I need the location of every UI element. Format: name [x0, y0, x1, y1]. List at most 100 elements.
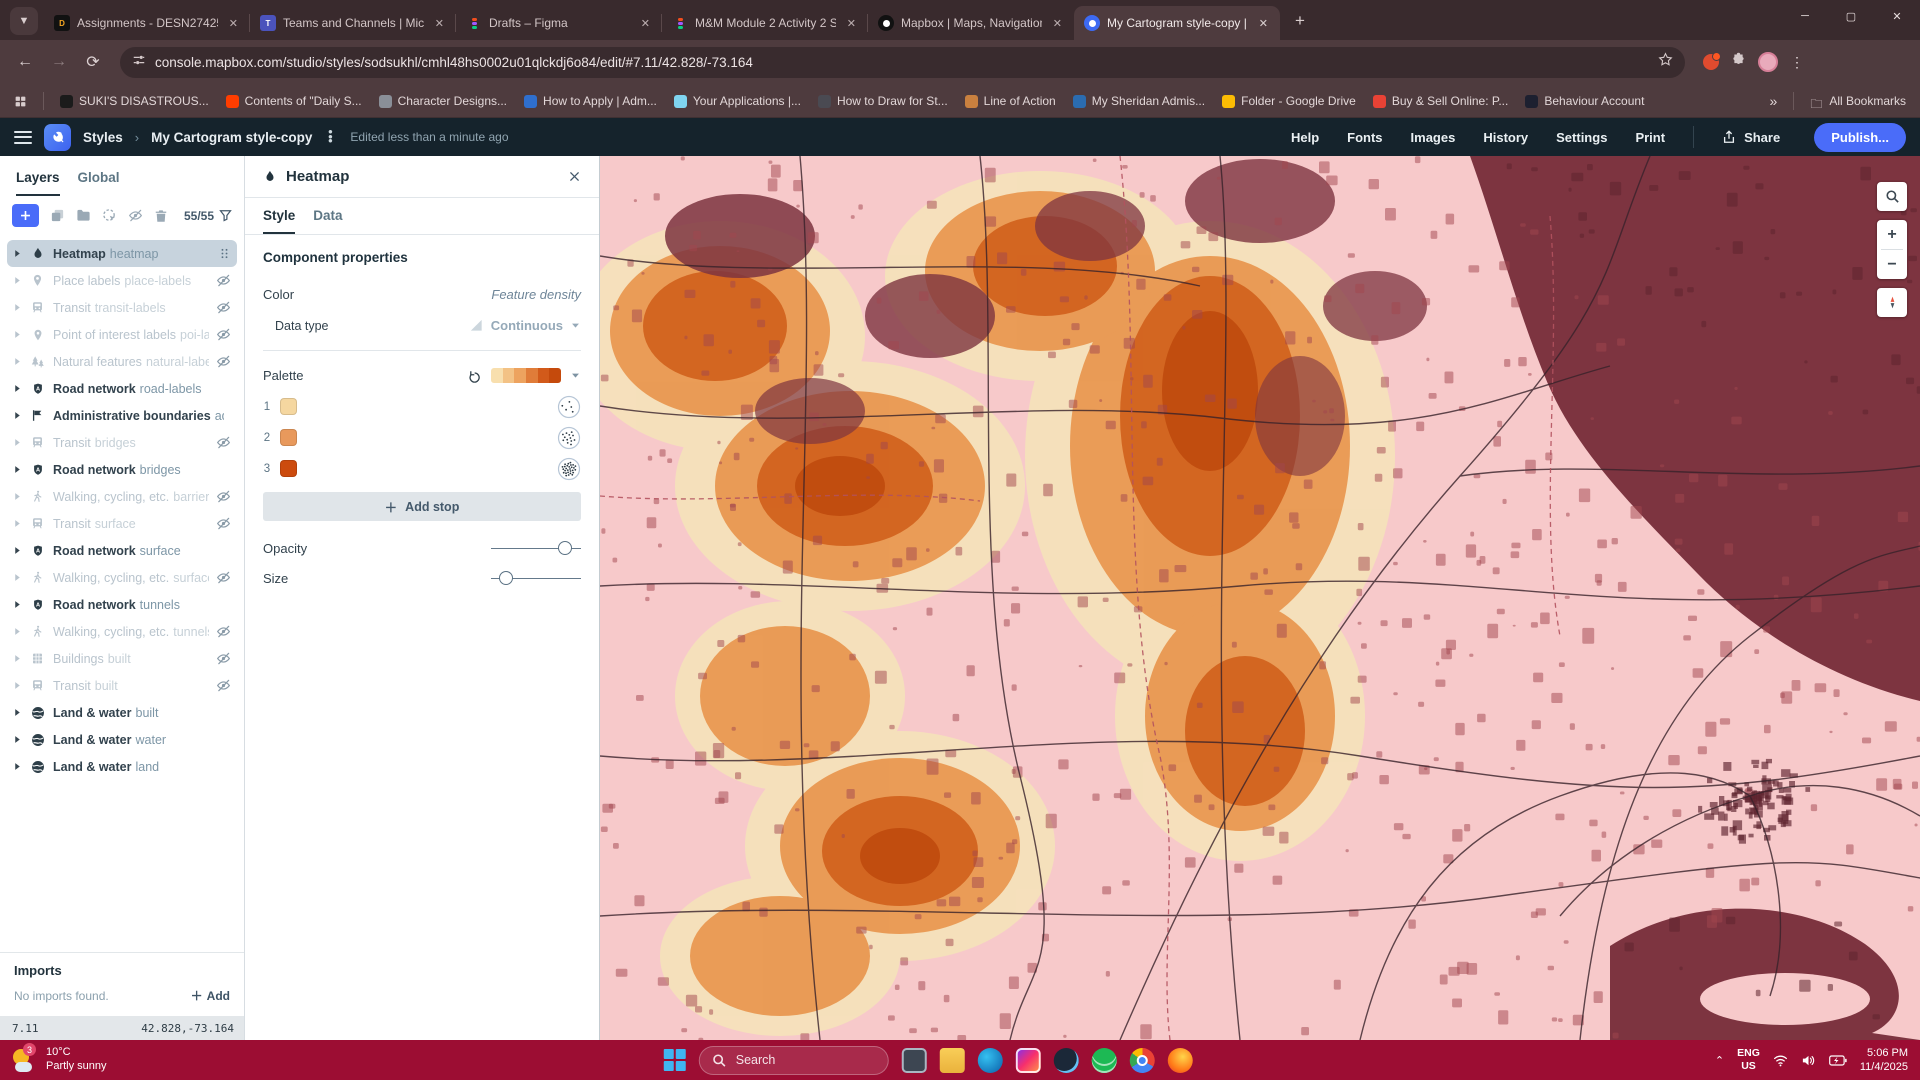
- monitor-app-icon[interactable]: [902, 1048, 927, 1073]
- extension-icon[interactable]: [1703, 54, 1719, 70]
- expand-caret-icon[interactable]: [13, 492, 22, 501]
- add-stop-button[interactable]: ＋ Add stop: [263, 492, 581, 521]
- steam-app-icon[interactable]: [1054, 1048, 1079, 1073]
- map-canvas[interactable]: + −: [600, 156, 1920, 1040]
- language-switcher[interactable]: ENGUS: [1737, 1047, 1760, 1072]
- expand-caret-icon[interactable]: [13, 276, 22, 285]
- expand-caret-icon[interactable]: [13, 465, 22, 474]
- palette-swatch[interactable]: [491, 368, 561, 383]
- chevron-down-icon[interactable]: [570, 370, 581, 381]
- tab-close-icon[interactable]: ✕: [225, 15, 242, 32]
- menu-help[interactable]: Help: [1291, 130, 1319, 145]
- style-options-icon[interactable]: •••: [324, 130, 336, 144]
- tab-style[interactable]: Style: [263, 208, 295, 234]
- back-button[interactable]: ←: [10, 47, 40, 77]
- tab-data[interactable]: Data: [313, 208, 342, 234]
- opacity-slider-handle[interactable]: [558, 541, 572, 555]
- drag-handle-icon[interactable]: [218, 247, 231, 260]
- bookmark-star-icon[interactable]: [1658, 52, 1673, 72]
- layer-row-built[interactable]: Buildingsbuilt: [7, 645, 237, 672]
- expand-caret-icon[interactable]: [13, 681, 22, 690]
- layer-row-heatmap[interactable]: Heatmapheatmap: [7, 240, 237, 267]
- eye-slash-icon[interactable]: [216, 300, 231, 315]
- tab-close-icon[interactable]: ✕: [637, 15, 654, 32]
- instagram-app-icon[interactable]: [1016, 1048, 1041, 1073]
- eye-slash-icon[interactable]: [216, 327, 231, 342]
- expand-caret-icon[interactable]: [13, 249, 22, 258]
- close-panel-icon[interactable]: [568, 170, 581, 183]
- expand-caret-icon[interactable]: [13, 303, 22, 312]
- layer-row-built[interactable]: Land & waterbuilt: [7, 699, 237, 726]
- size-slider[interactable]: [491, 571, 581, 585]
- eye-slash-icon[interactable]: [216, 624, 231, 639]
- bookmark-item[interactable]: Buy & Sell Online: P...: [1373, 94, 1509, 108]
- start-button[interactable]: [664, 1049, 686, 1071]
- layer-row-natural-labels[interactable]: Natural featuresnatural-labels: [7, 348, 237, 375]
- mapbox-logo[interactable]: [44, 124, 71, 151]
- eye-slash-icon[interactable]: [216, 651, 231, 666]
- browser-tab[interactable]: Drafts – Figma✕: [456, 6, 662, 40]
- layer-row-tunnels[interactable]: ARoad networktunnels: [7, 591, 237, 618]
- menu-images[interactable]: Images: [1411, 130, 1456, 145]
- size-slider-handle[interactable]: [499, 571, 513, 585]
- share-button[interactable]: Share: [1722, 130, 1780, 145]
- publish-button[interactable]: Publish...: [1814, 123, 1906, 152]
- expand-caret-icon[interactable]: [13, 384, 22, 393]
- layer-row-bridges[interactable]: Transitbridges: [7, 429, 237, 456]
- layer-row-surface[interactable]: Walking, cycling, etc.surface: [7, 564, 237, 591]
- layer-row-water[interactable]: Land & waterwater: [7, 726, 237, 753]
- tab-search-button[interactable]: ▼: [10, 7, 38, 35]
- taskbar-search[interactable]: Search: [699, 1046, 889, 1075]
- expand-caret-icon[interactable]: [13, 519, 22, 528]
- expand-caret-icon[interactable]: [13, 330, 22, 339]
- layer-row-admin[interactable]: Administrative boundariesadmin: [7, 402, 237, 429]
- tab-layers[interactable]: Layers: [16, 170, 60, 196]
- apps-grid-icon[interactable]: [14, 95, 27, 108]
- tab-close-icon[interactable]: ✕: [431, 15, 448, 32]
- battery-icon[interactable]: [1829, 1055, 1847, 1066]
- expand-caret-icon[interactable]: [13, 735, 22, 744]
- expand-caret-icon[interactable]: [13, 762, 22, 771]
- taskbar-clock[interactable]: 5:06 PM11/4/2025: [1860, 1046, 1908, 1075]
- layer-row-place-labels[interactable]: Place labelsplace-labels: [7, 267, 237, 294]
- maximize-button[interactable]: ▢: [1828, 0, 1874, 32]
- edge-app-icon[interactable]: [978, 1048, 1003, 1073]
- firefox-app-icon[interactable]: [1168, 1048, 1193, 1073]
- eye-slash-icon[interactable]: [216, 570, 231, 585]
- folder-app-icon[interactable]: [940, 1048, 965, 1073]
- layer-row-poi-labels[interactable]: Point of interest labelspoi-labels: [7, 321, 237, 348]
- reset-palette-icon[interactable]: [468, 369, 482, 383]
- all-bookmarks-button[interactable]: 🗀 All Bookmarks: [1810, 94, 1906, 108]
- volume-icon[interactable]: [1801, 1053, 1816, 1068]
- delete-layer-icon[interactable]: [154, 209, 168, 223]
- select-features-icon[interactable]: [102, 208, 117, 223]
- eye-slash-icon[interactable]: [216, 273, 231, 288]
- bookmark-item[interactable]: SUKI'S DISASTROUS...: [60, 94, 209, 108]
- stop-color-chip[interactable]: [280, 460, 297, 477]
- layer-row-transit-labels[interactable]: Transittransit-labels: [7, 294, 237, 321]
- tab-global[interactable]: Global: [78, 170, 120, 196]
- menu-settings[interactable]: Settings: [1556, 130, 1607, 145]
- map-search-button[interactable]: [1877, 182, 1907, 211]
- expand-caret-icon[interactable]: [13, 438, 22, 447]
- tab-close-icon[interactable]: ✕: [843, 15, 860, 32]
- address-bar[interactable]: console.mapbox.com/studio/styles/sodsukh…: [120, 47, 1685, 78]
- weather-widget[interactable]: 3 10°C Partly sunny: [12, 1046, 107, 1074]
- layer-counter[interactable]: 55/55: [184, 209, 232, 223]
- browser-tab[interactable]: My Cartogram style-copy | Map✕: [1074, 6, 1280, 40]
- layer-row-surface[interactable]: ARoad networksurface: [7, 537, 237, 564]
- expand-caret-icon[interactable]: [13, 411, 22, 420]
- spotify-app-icon[interactable]: [1092, 1048, 1117, 1073]
- group-layers-icon[interactable]: [76, 208, 91, 223]
- forward-button[interactable]: →: [44, 47, 74, 77]
- tab-close-icon[interactable]: ✕: [1049, 15, 1066, 32]
- zoom-in-button[interactable]: +: [1877, 220, 1907, 249]
- expand-caret-icon[interactable]: [13, 708, 22, 717]
- bookmark-item[interactable]: How to Draw for St...: [818, 94, 948, 108]
- expand-caret-icon[interactable]: [13, 546, 22, 555]
- profile-avatar[interactable]: [1758, 52, 1778, 72]
- bookmark-item[interactable]: My Sheridan Admis...: [1073, 94, 1205, 108]
- menu-fonts[interactable]: Fonts: [1347, 130, 1382, 145]
- compass-button[interactable]: [1877, 288, 1907, 317]
- browser-tab[interactable]: Mapbox | Maps, Navigation, Se✕: [868, 6, 1074, 40]
